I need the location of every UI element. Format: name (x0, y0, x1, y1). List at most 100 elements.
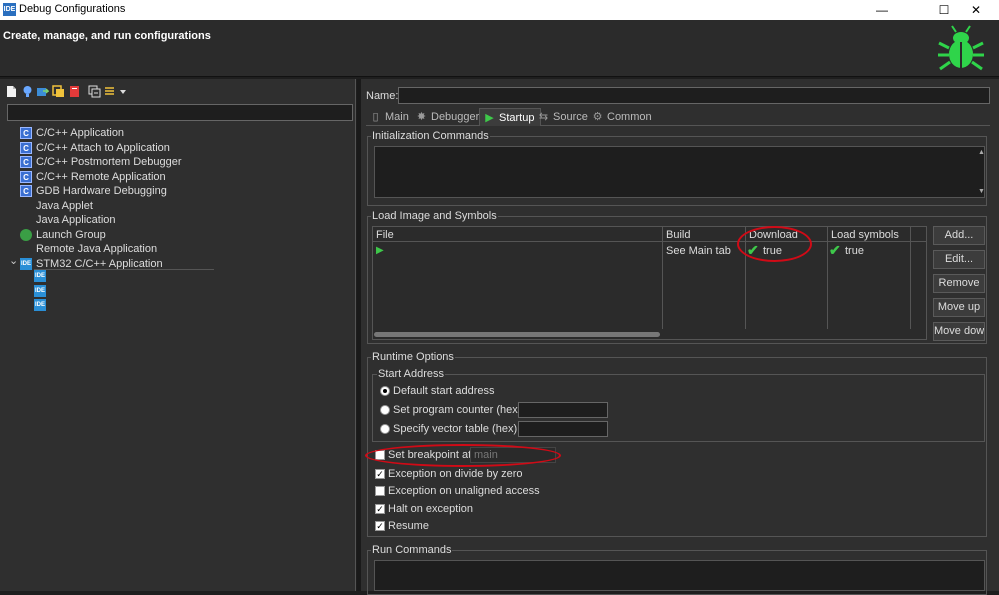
export-config-icon[interactable] (36, 85, 49, 98)
c-config-icon: C (20, 156, 32, 169)
tab-debugger[interactable]: ✸ Debugger (412, 108, 485, 126)
add-button[interactable]: Add... (933, 226, 985, 245)
tab-icon: ⇆ (538, 111, 549, 123)
tree-item-label: Remote Java Application (36, 243, 158, 255)
tree-item[interactable]: Java Application (20, 213, 116, 227)
checkbox-label: Exception on unaligned access (388, 485, 540, 497)
close-button[interactable]: ✕ (953, 0, 999, 20)
minimize-button[interactable]: — (859, 0, 905, 20)
c-config-icon: C (20, 127, 32, 140)
start-address-radio[interactable] (380, 424, 390, 434)
program-counter-input[interactable] (518, 402, 608, 418)
option-checkbox[interactable] (375, 486, 385, 496)
run-commands-textarea[interactable] (374, 560, 985, 591)
tree-item-label: C/C++ Attach to Application (36, 141, 170, 154)
col-divider (910, 227, 911, 329)
c-config-icon: C (20, 185, 32, 198)
check-icon: ✔ (829, 242, 841, 258)
window-title: Debug Configurations (19, 3, 126, 15)
filter-menu-icon[interactable] (104, 85, 128, 98)
new-config-icon[interactable] (5, 85, 18, 98)
checkbox-label: Exception on divide by zero (388, 468, 523, 480)
dialog-header (0, 20, 999, 77)
tab-icon: ▶ (485, 112, 494, 124)
checkbox-label: Halt on exception (388, 503, 473, 515)
tree-item-label: GDB Hardware Debugging (36, 185, 167, 197)
header-title: Create, manage, and run configurations (3, 30, 211, 42)
option-checkbox[interactable]: ✓ (375, 504, 385, 514)
tree-item[interactable]: C C/C++ Postmortem Debugger (20, 155, 182, 169)
app-icon: IDE (3, 3, 16, 16)
load-image-legend: Load Image and Symbols (371, 210, 498, 222)
window-titlebar (0, 0, 999, 20)
collapse-all-icon[interactable] (88, 85, 101, 98)
col-divider (662, 227, 663, 329)
init-commands-textarea[interactable] (374, 146, 985, 198)
init-commands-legend: Initialization Commands (371, 130, 490, 142)
tree-item[interactable]: Java Applet (20, 199, 93, 213)
start-address-radio[interactable] (380, 386, 390, 396)
tab-icon: ⚙ (592, 111, 603, 123)
blank-icon (20, 214, 32, 226)
filter-input[interactable] (7, 104, 353, 121)
tree-child-item[interactable]: IDE (34, 299, 50, 312)
move-up-button[interactable]: Move up (933, 298, 985, 317)
tree-item[interactable]: Launch Group (20, 228, 106, 242)
edit-button[interactable]: Edit... (933, 250, 985, 269)
cell-load-symbols[interactable]: true (845, 245, 864, 257)
ide-config-icon: IDE (34, 270, 46, 283)
tab-startup[interactable]: ▶ Startup (479, 108, 542, 126)
bug-icon (938, 25, 984, 71)
c-config-icon: C (20, 141, 32, 154)
name-input[interactable] (398, 87, 990, 104)
expand-chevron-icon[interactable]: ⌄ (9, 254, 18, 268)
tab-source[interactable]: ⇆ Source (534, 108, 594, 126)
table-h-scrollbar[interactable] (374, 332, 660, 337)
tab-icon: ▯ (372, 111, 379, 123)
tree-item[interactable]: C C/C++ Application (20, 126, 124, 140)
ide-config-icon: IDE (34, 299, 46, 312)
radio-label: Set program counter (hex): (393, 404, 525, 416)
tree-child-item[interactable]: IDE (34, 270, 50, 283)
tree-item[interactable]: Remote Java Application (20, 242, 157, 256)
textarea-scrollbar[interactable]: ▲ ▼ (978, 149, 985, 195)
duplicate-config-icon[interactable] (52, 85, 65, 98)
run-commands-legend: Run Commands (371, 544, 453, 556)
delete-config-icon[interactable] (68, 85, 81, 98)
col-header-load-symbols[interactable]: Load symbols (831, 229, 899, 241)
tree-item[interactable]: C C/C++ Remote Application (20, 170, 166, 184)
tree-item[interactable]: C GDB Hardware Debugging (20, 184, 167, 198)
annotation-ellipse (365, 444, 561, 467)
tree-item-label: C/C++ Application (36, 127, 125, 139)
remove-button[interactable]: Remove (933, 274, 985, 293)
option-checkbox[interactable]: ✓ (375, 521, 385, 531)
load-image-table (372, 226, 927, 340)
move-down-button[interactable]: Move down (933, 322, 985, 341)
tab-label: Main (385, 111, 409, 123)
col-divider (827, 227, 828, 329)
start-address-radio[interactable] (380, 405, 390, 415)
tab-label: Debugger (431, 111, 480, 123)
blank-icon (20, 243, 32, 255)
start-address-legend: Start Address (377, 368, 446, 380)
cell-build[interactable]: See Main tab (666, 245, 731, 257)
tab-main[interactable]: ▯ Main (366, 108, 415, 126)
vector-table-input[interactable] (518, 421, 608, 437)
col-header-build[interactable]: Build (666, 229, 690, 241)
tree-item-label: STM32 C/C++ Application (36, 257, 163, 270)
tab-label: Common (607, 111, 652, 123)
tree-item-label: Launch Group (36, 228, 106, 241)
tree-item-label: Java Application (36, 214, 116, 226)
tree-child-item[interactable]: IDE (34, 284, 50, 297)
tab-label: Source (553, 111, 588, 123)
tab-common[interactable]: ⚙ Common (588, 108, 658, 126)
col-header-file[interactable]: File (376, 229, 394, 241)
tree-item[interactable]: C C/C++ Attach to Application (20, 141, 170, 155)
new-prototype-icon[interactable] (21, 85, 34, 98)
option-checkbox[interactable]: ✓ (375, 469, 385, 479)
ide-config-icon: IDE (20, 257, 32, 270)
launch-group-icon (20, 228, 32, 241)
runtime-options-legend: Runtime Options (371, 351, 455, 363)
tab-icon: ✸ (416, 111, 427, 123)
name-label: Name: (366, 90, 399, 102)
